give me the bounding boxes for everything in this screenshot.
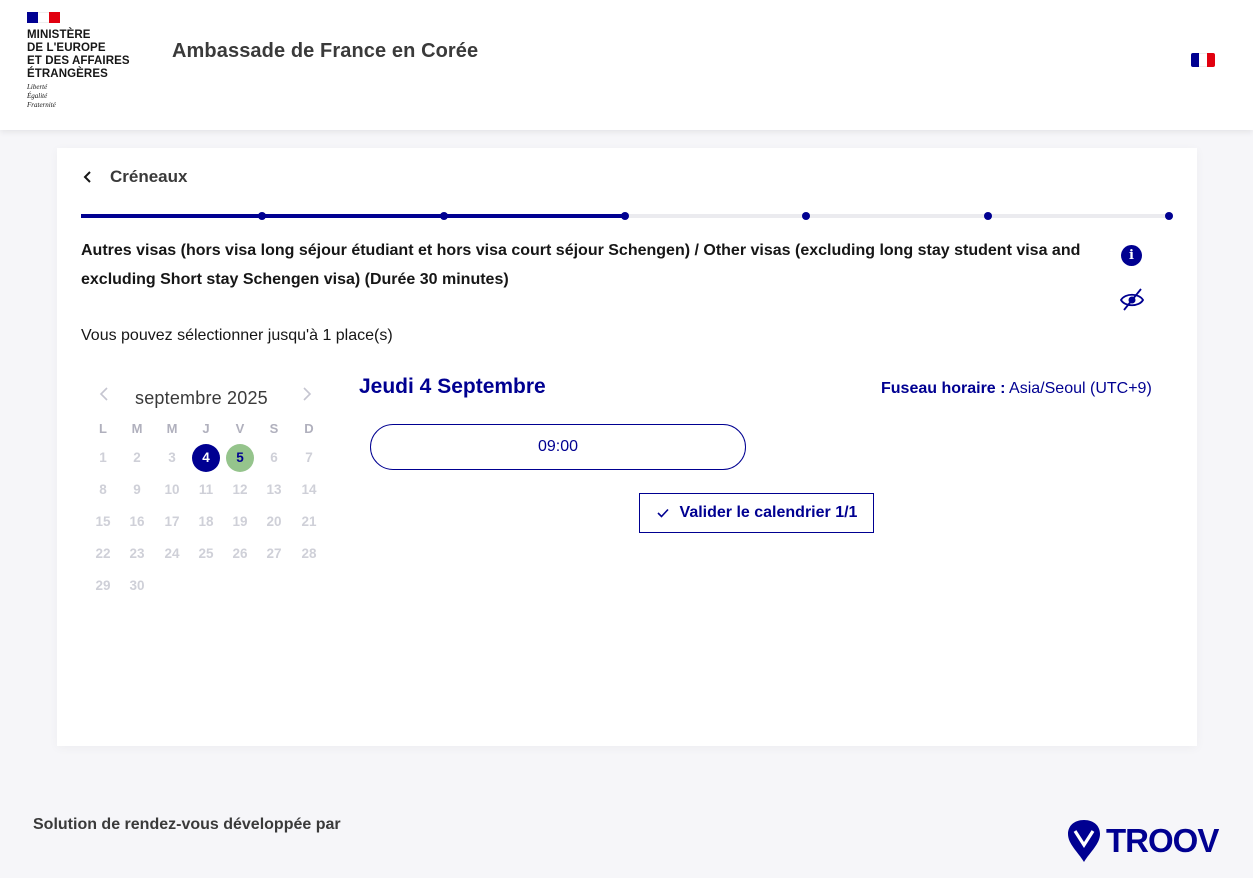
calendar-day: 24 [164,546,180,561]
ministry-name: MINISTÈRE DE L'EUROPE ET DES AFFAIRES ÉT… [27,29,130,80]
eye-off-icon[interactable] [1118,285,1146,313]
calendar-day-selected[interactable]: 4 [192,444,220,472]
ministry-logo[interactable]: MINISTÈRE DE L'EUROPE ET DES AFFAIRES ÉT… [27,12,137,110]
site-title[interactable]: Ambassade de France en Corée [172,40,478,63]
stepper-dot [440,212,448,220]
booking-card: Créneaux Autres visas (hors visa long sé… [57,148,1197,746]
weekday-header: J [202,421,210,436]
timezone-info: Fuseau horaire : Asia/Seoul (UTC+9) [881,380,1152,398]
calendar-day: 3 [168,450,176,465]
troov-brand: TROOV [1106,822,1219,859]
progress-stepper [81,211,1173,221]
stepper-dot [621,212,629,220]
calendar-day: 16 [129,514,145,529]
calendar-day: 1 [99,450,107,465]
timezone-value: Asia/Seoul (UTC+9) [1009,380,1152,397]
timezone-label: Fuseau horaire : [881,380,1006,397]
weekday-header: M [166,421,178,436]
calendar-day: 10 [164,482,180,497]
calendar-day: 12 [232,482,248,497]
weekday-header: M [131,421,143,436]
troov-mark-icon [1068,820,1100,862]
calendar-day: 15 [95,514,111,529]
weekday-header: L [99,421,107,436]
calendar-next-button[interactable] [301,386,313,407]
calendar-day: 17 [164,514,180,529]
calendar-day: 18 [198,514,214,529]
calendar-day: 9 [133,482,141,497]
chevron-left-icon [83,171,91,183]
calendar-prev-button[interactable] [98,386,110,407]
calendar-month-label: septembre 2025 [135,388,268,408]
calendar-day: 28 [301,546,317,561]
stepper-dot [802,212,810,220]
back-label: Créneaux [110,167,188,186]
calendar-day: 27 [266,546,282,561]
service-title: Autres visas (hors visa long séjour étud… [81,242,1081,288]
info-icon[interactable]: i [1121,245,1142,266]
chevron-left-icon [99,387,108,401]
calendar-day: 30 [129,578,145,593]
calendar-day: 25 [198,546,214,561]
calendar-day: 14 [301,482,317,497]
calendar-day: 29 [95,578,111,593]
stepper-dot [258,212,266,220]
selected-day-title: Jeudi 4 Septembre [359,375,546,398]
check-icon [656,508,669,518]
stepper-progress [81,214,625,218]
chevron-right-icon [303,387,312,401]
calendar-day: 19 [232,514,248,529]
calendar-day: 23 [129,546,145,561]
calendar-day-available[interactable]: 5 [226,444,254,472]
french-flag-icon[interactable] [1191,53,1215,67]
stepper-dot [984,212,992,220]
footer-text: Solution de rendez-vous développée par [33,816,341,833]
calendar-day: 11 [198,482,214,497]
time-slot-button[interactable]: 09:00 [370,424,746,470]
weekday-header: V [235,421,245,436]
site-header: MINISTÈRE DE L'EUROPE ET DES AFFAIRES ÉT… [0,0,1253,130]
validate-label: Valider le calendrier 1/1 [679,504,858,521]
marianne-flag-icon [27,12,60,23]
weekday-header: D [304,421,314,436]
weekday-header: S [269,421,279,436]
calendar-day: 6 [270,450,278,465]
stepper-dot [1165,212,1173,220]
calendar-day: 13 [266,482,282,497]
validate-calendar-button[interactable]: Valider le calendrier 1/1 [639,493,874,533]
back-button[interactable]: Créneaux [81,167,187,187]
calendar-day: 21 [301,514,317,529]
republic-motto: Liberté Égalité Fraternité [27,83,56,109]
calendar-day: 8 [99,482,107,497]
calendar-day: 7 [305,450,313,465]
troov-logo[interactable]: TROOV [1066,818,1219,864]
seats-limit-text: Vous pouvez sélectionner jusqu'à 1 place… [81,327,393,344]
calendar-day: 20 [266,514,282,529]
calendar-day: 22 [95,546,111,561]
calendar-day: 26 [232,546,248,561]
calendar-day: 2 [133,450,141,465]
